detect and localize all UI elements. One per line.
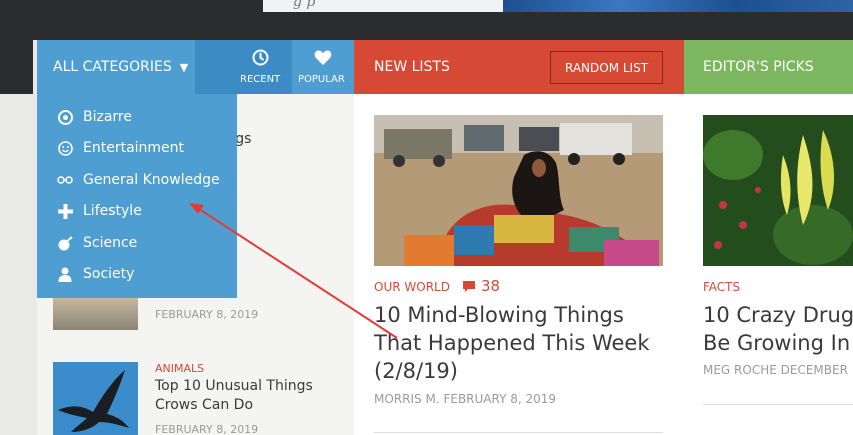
person-icon bbox=[57, 266, 73, 282]
banner-image bbox=[503, 0, 853, 12]
heart-icon bbox=[314, 50, 332, 65]
category-item-bizarre[interactable]: Bizarre bbox=[57, 107, 132, 127]
comment-icon bbox=[463, 280, 475, 292]
list-item-category[interactable]: ANIMALS bbox=[155, 362, 204, 375]
editors-pick-title-line: 10 Crazy Drugs bbox=[703, 303, 853, 327]
article-byline: MORRIS M. FEBRUARY 8, 2019 bbox=[374, 392, 556, 406]
categories-dropdown: Bizarre Entertainment General Knowledge … bbox=[37, 94, 237, 298]
banner-script-text: g p bbox=[293, 0, 316, 10]
category-label: Bizarre bbox=[83, 109, 132, 125]
popular-label: POPULAR bbox=[298, 74, 345, 85]
bizarre-icon bbox=[57, 109, 73, 125]
popular-tab[interactable]: POPULAR bbox=[292, 40, 354, 94]
article-author[interactable]: MORRIS M. bbox=[374, 392, 440, 406]
list-item-thumbnail[interactable] bbox=[53, 362, 138, 435]
list-item-date: FEBRUARY 8, 2019 bbox=[155, 423, 259, 435]
category-label: Society bbox=[83, 266, 135, 282]
editors-pick-category[interactable]: FACTS bbox=[703, 280, 740, 294]
desert-photo bbox=[374, 115, 663, 266]
smiley-icon bbox=[57, 140, 73, 156]
article-date: FEBRUARY 8, 2019 bbox=[443, 392, 557, 406]
header-left-strip bbox=[0, 40, 33, 94]
category-label: Lifestyle bbox=[83, 203, 142, 219]
category-label: Entertainment bbox=[83, 140, 185, 156]
caret-down-icon: ▼ bbox=[179, 60, 189, 74]
article-image[interactable] bbox=[374, 115, 663, 266]
list-item-title[interactable]: Top 10 Unusual Things Crows Can Do bbox=[155, 377, 325, 415]
editors-picks-header: EDITOR'S PICKS bbox=[684, 40, 853, 94]
clock-icon bbox=[252, 49, 269, 66]
comment-count[interactable]: 38 bbox=[462, 277, 500, 295]
flower-photo bbox=[703, 115, 853, 266]
plus-icon bbox=[57, 203, 73, 219]
editors-picks-title[interactable]: EDITOR'S PICKS bbox=[703, 59, 814, 75]
category-item-science[interactable]: Science bbox=[57, 233, 137, 253]
list-item[interactable]: ANIMALS Top 10 Unusual Things Crows Can … bbox=[37, 356, 354, 435]
recent-label: RECENT bbox=[240, 74, 281, 85]
editors-picks-column: FACTS 10 Crazy Drugs Be Growing In MEG R… bbox=[684, 94, 853, 435]
editors-pick-title-line: Be Growing In bbox=[703, 331, 851, 355]
editors-pick-image[interactable] bbox=[703, 115, 853, 266]
article-title[interactable]: 10 Mind-Blowing Things That Happened Thi… bbox=[374, 301, 669, 385]
new-lists-title[interactable]: NEW LISTS bbox=[374, 59, 450, 75]
all-categories-button[interactable]: ALL CATEGORIES ▼ bbox=[37, 40, 195, 94]
featured-article: OUR WORLD 38 10 Mind-Blowing Things That… bbox=[354, 94, 684, 435]
random-list-button[interactable]: RANDOM LIST bbox=[550, 51, 663, 84]
new-lists-header: NEW LISTS RANDOM LIST bbox=[354, 40, 684, 94]
divider bbox=[374, 432, 663, 433]
category-item-lifestyle[interactable]: Lifestyle bbox=[57, 201, 142, 221]
glasses-icon bbox=[57, 172, 73, 188]
divider bbox=[703, 404, 853, 405]
list-item-date: FEBRUARY 8, 2019 bbox=[155, 308, 259, 321]
category-label: General Knowledge bbox=[83, 172, 220, 188]
category-item-general-knowledge[interactable]: General Knowledge bbox=[57, 170, 220, 190]
category-label: Science bbox=[83, 235, 138, 251]
all-categories-label: ALL CATEGORIES bbox=[53, 59, 172, 75]
crow-image bbox=[53, 362, 138, 435]
recent-tab[interactable]: RECENT bbox=[195, 40, 292, 94]
ad-banner[interactable]: g p bbox=[263, 0, 853, 12]
bomb-icon bbox=[57, 235, 73, 251]
editors-pick-title[interactable]: 10 Crazy Drugs Be Growing In bbox=[703, 301, 853, 357]
category-item-society[interactable]: Society bbox=[57, 264, 134, 284]
comment-count-value: 38 bbox=[481, 277, 501, 295]
category-item-entertainment[interactable]: Entertainment bbox=[57, 138, 184, 158]
article-category[interactable]: OUR WORLD bbox=[374, 280, 450, 294]
editors-pick-byline: MEG ROCHE DECEMBER bbox=[703, 363, 848, 377]
